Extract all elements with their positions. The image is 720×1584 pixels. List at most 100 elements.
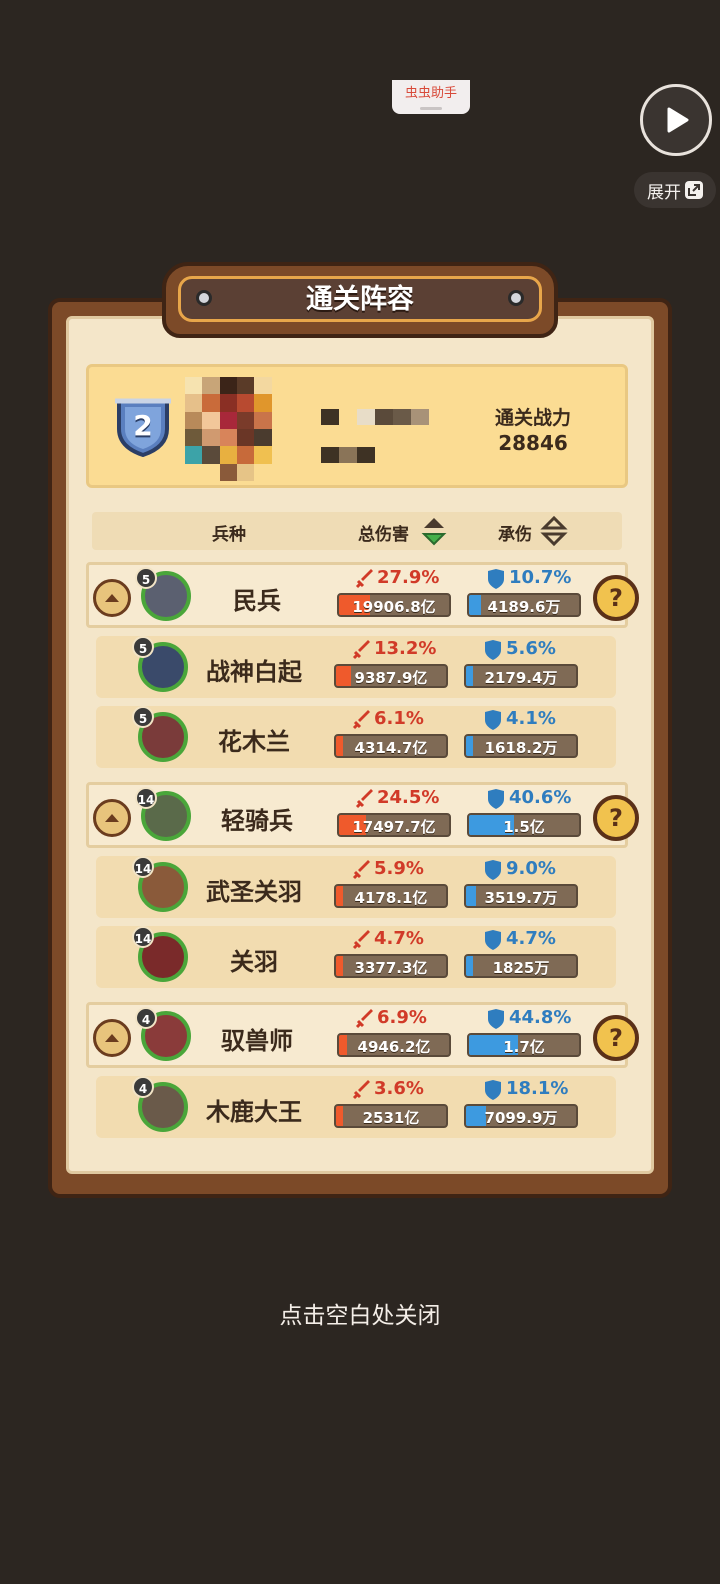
sort-damage-icon[interactable]: [420, 514, 448, 548]
unit-level-badge: 14: [132, 856, 154, 878]
panel-title: 通关阵容: [178, 276, 542, 322]
player-avatar: [185, 377, 289, 481]
help-button[interactable]: ?: [593, 575, 639, 621]
damage-bar: 4314.7亿: [334, 734, 448, 758]
tank-value: 1825万: [492, 959, 550, 977]
hero-row[interactable]: 14 武圣关羽 5.9% 4178.1亿 9.0% 3519.7万: [96, 856, 616, 918]
shield-icon: [487, 1009, 505, 1033]
rivet-icon: [508, 290, 524, 306]
shield-icon: [487, 569, 505, 593]
expand-label: 展开: [647, 182, 681, 203]
tank-bar: 3519.7万: [464, 884, 578, 908]
damage-value: 9387.9亿: [354, 669, 428, 687]
hero-row[interactable]: 14 关羽 4.7% 3377.3亿 4.7% 1825万: [96, 926, 616, 988]
tank-bar: 1.5亿: [467, 813, 581, 837]
hero-row[interactable]: 5 战神白起 13.2% 9387.9亿 5.6% 2179.4万: [96, 636, 616, 698]
player-card: 2 通关战力 28846: [86, 364, 628, 488]
unit-group-row[interactable]: ? 4 驭兽师 6.9% 4946.2亿 44.8% 1.7亿: [86, 1002, 639, 1068]
col-unit: 兵种: [212, 525, 246, 545]
damage-value: 4946.2亿: [357, 1038, 431, 1056]
damage-value: 19906.8亿: [352, 598, 436, 616]
unit-name: 花木兰: [218, 728, 290, 756]
sword-icon: [352, 710, 372, 734]
unit-name: 武圣关羽: [206, 878, 302, 906]
col-tank[interactable]: 承伤: [498, 520, 532, 545]
sword-icon: [355, 569, 375, 593]
question-icon: ?: [609, 584, 623, 612]
shield-icon: [484, 930, 502, 954]
tank-percent: 4.7%: [506, 928, 556, 949]
tank-percent: 9.0%: [506, 858, 556, 879]
chevron-up-icon: [105, 814, 119, 822]
damage-percent: 6.1%: [374, 708, 424, 729]
collapse-button[interactable]: [93, 799, 131, 837]
tank-bar: 1825万: [464, 954, 578, 978]
tank-value: 2179.4万: [484, 669, 558, 687]
unit-level-badge: 5: [132, 706, 154, 728]
hero-row[interactable]: 5 花木兰 6.1% 4314.7亿 4.1% 1618.2万: [96, 706, 616, 768]
title-plate: 通关阵容: [162, 262, 558, 338]
sword-icon: [352, 1080, 372, 1104]
sort-tank-icon[interactable]: [540, 514, 568, 548]
damage-bar: 3377.3亿: [334, 954, 448, 978]
damage-percent: 5.9%: [374, 858, 424, 879]
rank-number: 2: [133, 409, 153, 442]
sword-icon: [352, 930, 372, 954]
col-damage[interactable]: 总伤害: [358, 520, 409, 545]
tank-bar: 7099.9万: [464, 1104, 578, 1128]
damage-bar: 2531亿: [334, 1104, 448, 1128]
damage-value: 4178.1亿: [354, 889, 428, 907]
collapse-button[interactable]: [93, 579, 131, 617]
tank-bar: 1.7亿: [467, 1033, 581, 1057]
damage-percent: 4.7%: [374, 928, 424, 949]
damage-bar: 17497.7亿: [337, 813, 451, 837]
sword-icon: [352, 860, 372, 884]
damage-percent: 6.9%: [377, 1007, 427, 1028]
unit-name: 木鹿大王: [206, 1098, 302, 1126]
collapse-button[interactable]: [93, 1019, 131, 1057]
expand-button[interactable]: 展开: [634, 172, 716, 208]
unit-level-badge: 4: [132, 1076, 154, 1098]
damage-value: 17497.7亿: [352, 818, 436, 836]
chevron-up-icon: [105, 594, 119, 602]
damage-value: 4314.7亿: [354, 739, 428, 757]
expand-icon: [685, 181, 703, 199]
hero-row[interactable]: 4 木鹿大王 3.6% 2531亿 18.1% 7099.9万: [96, 1076, 616, 1138]
unit-group-row[interactable]: ? 14 轻骑兵 24.5% 17497.7亿 40.6% 1.5亿: [86, 782, 639, 848]
tank-bar: 4189.6万: [467, 593, 581, 617]
drag-handle[interactable]: [420, 107, 442, 110]
damage-percent: 13.2%: [374, 638, 437, 659]
unit-group-row[interactable]: ? 5 民兵 27.9% 19906.8亿 10.7% 4189.6万: [86, 562, 639, 628]
play-icon: [667, 107, 689, 133]
unit-name: 轻骑兵: [221, 807, 293, 835]
tank-value: 7099.9万: [484, 1109, 558, 1127]
tank-value: 1618.2万: [484, 739, 558, 757]
tank-value: 1.5亿: [503, 818, 545, 836]
damage-value: 2531亿: [362, 1109, 420, 1127]
unit-name: 民兵: [233, 587, 281, 615]
sword-icon: [352, 640, 372, 664]
assistant-tab-label: 虫虫助手: [404, 86, 457, 101]
tank-bar: 1618.2万: [464, 734, 578, 758]
help-button[interactable]: ?: [593, 795, 639, 841]
help-button[interactable]: ?: [593, 1015, 639, 1061]
assistant-tab[interactable]: 虫虫助手: [392, 80, 470, 114]
unit-level-badge: 5: [132, 636, 154, 658]
unit-level-badge: 4: [135, 1007, 157, 1029]
tank-percent: 44.8%: [509, 1007, 572, 1028]
sword-icon: [355, 1009, 375, 1033]
player-guild-redacted: [321, 447, 375, 463]
unit-name: 关羽: [230, 948, 278, 976]
damage-percent: 3.6%: [374, 1078, 424, 1099]
close-hint[interactable]: 点击空白处关闭: [0, 1296, 720, 1330]
play-button[interactable]: [640, 84, 712, 156]
unit-level-badge: 14: [135, 787, 157, 809]
damage-bar: 4178.1亿: [334, 884, 448, 908]
unit-level-badge: 14: [132, 926, 154, 948]
shield-icon: [484, 1080, 502, 1104]
unit-name: 驭兽师: [221, 1027, 293, 1055]
unit-name: 战神白起: [206, 658, 302, 686]
damage-bar: 19906.8亿: [337, 593, 451, 617]
damage-bar: 9387.9亿: [334, 664, 448, 688]
tank-bar: 2179.4万: [464, 664, 578, 688]
